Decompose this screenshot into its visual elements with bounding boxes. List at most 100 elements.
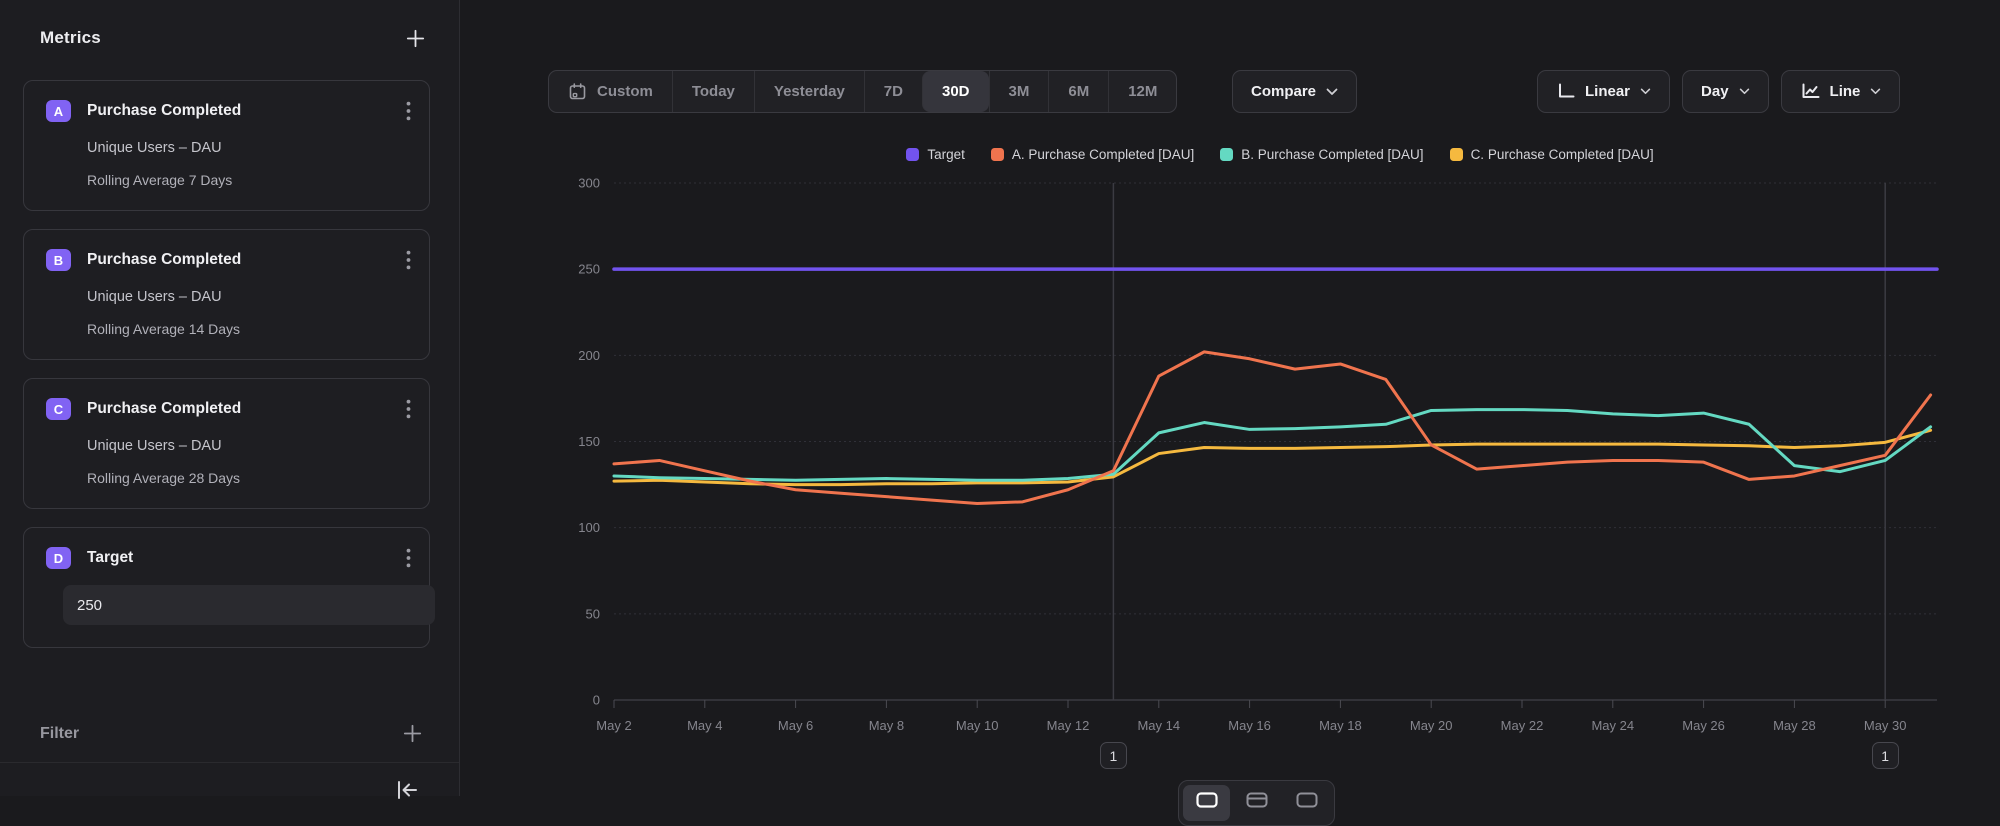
y-tick-label: 200	[578, 348, 600, 363]
range-label: 6M	[1068, 83, 1089, 100]
y-tick-label: 0	[593, 693, 600, 708]
x-tick-label: May 22	[1501, 718, 1544, 733]
metric-badge: C	[46, 398, 71, 420]
chart-type-selector-button[interactable]: Line	[1781, 70, 1901, 113]
range-option-30d[interactable]: 30D	[922, 71, 989, 112]
scale-label: Linear	[1585, 83, 1630, 100]
collapse-left-icon	[394, 779, 420, 801]
legend-swatch	[1220, 148, 1233, 161]
sidebar-title: Metrics	[40, 28, 101, 48]
kebab-menu-icon[interactable]	[406, 250, 411, 270]
x-tick-label: May 14	[1137, 718, 1180, 733]
metric-title: Target	[87, 549, 406, 567]
range-option-6m[interactable]: 6M	[1048, 71, 1108, 112]
filter-section: Filter	[40, 724, 422, 743]
range-label: 12M	[1128, 83, 1157, 100]
metric-measurement: Unique Users – DAU	[87, 289, 411, 305]
sidebar-header: Metrics	[40, 28, 425, 48]
metric-badge: A	[46, 100, 71, 122]
chart-type-label: Line	[1830, 83, 1861, 100]
x-tick-label: May 20	[1410, 718, 1453, 733]
filter-title: Filter	[40, 725, 79, 743]
metric-card-list: A Purchase Completed Unique Users – DAU …	[23, 80, 430, 648]
kebab-menu-icon[interactable]	[406, 399, 411, 419]
range-label: 7D	[884, 83, 903, 100]
range-option-custom[interactable]: Custom	[549, 71, 672, 112]
range-label: Today	[692, 83, 735, 100]
metric-title: Purchase Completed	[87, 400, 406, 418]
collapse-sidebar-button[interactable]	[394, 779, 420, 801]
kebab-menu-icon[interactable]	[406, 101, 411, 121]
x-tick-label: May 6	[778, 718, 813, 733]
range-label: Custom	[597, 83, 653, 100]
y-tick-label: 100	[578, 520, 600, 535]
metric-transform: Rolling Average 28 Days	[87, 470, 411, 486]
compare-button[interactable]: Compare	[1232, 70, 1357, 113]
series-line-c[interactable]	[614, 430, 1931, 484]
metric-card-b[interactable]: B Purchase Completed Unique Users – DAU …	[23, 229, 430, 360]
y-tick-label: 150	[578, 434, 600, 449]
target-card[interactable]: D Target	[23, 527, 430, 648]
chart-panel: Custom Today Yesterday 7D 30D 3M 6M 12M …	[460, 0, 2000, 796]
add-metric-button[interactable]	[406, 29, 425, 48]
range-option-12m[interactable]: 12M	[1108, 71, 1176, 112]
x-tick-label: May 28	[1773, 718, 1816, 733]
legend-swatch	[991, 148, 1004, 161]
x-tick-label: May 24	[1591, 718, 1634, 733]
x-tick-label: May 26	[1682, 718, 1725, 733]
legend-swatch	[1450, 148, 1463, 161]
legend-item[interactable]: C. Purchase Completed [DAU]	[1450, 147, 1654, 162]
y-tick-label: 50	[586, 606, 600, 621]
range-label: 3M	[1009, 83, 1030, 100]
metric-measurement: Unique Users – DAU	[87, 438, 411, 454]
range-label: 30D	[942, 83, 970, 100]
x-tick-label: May 16	[1228, 718, 1271, 733]
x-tick-label: May 10	[956, 718, 999, 733]
x-tick-label: May 8	[869, 718, 904, 733]
x-tick-label: May 4	[687, 718, 722, 733]
add-filter-button[interactable]	[403, 724, 422, 743]
metric-view-icon	[1296, 792, 1318, 808]
legend-item[interactable]: A. Purchase Completed [DAU]	[991, 147, 1194, 162]
legend-item[interactable]: Target	[906, 147, 965, 162]
x-tick-label: May 18	[1319, 718, 1362, 733]
x-tick-label: May 2	[596, 718, 631, 733]
metrics-sidebar: Metrics A Purchase Completed Unique User…	[0, 0, 460, 796]
range-option-yesterday[interactable]: Yesterday	[754, 71, 864, 112]
view-metric-button[interactable]	[1283, 785, 1330, 821]
table-view-icon	[1246, 792, 1268, 808]
y-tick-label: 300	[578, 176, 600, 191]
metric-measurement: Unique Users – DAU	[87, 140, 411, 156]
legend-label: A. Purchase Completed [DAU]	[1012, 147, 1194, 162]
plus-icon	[403, 724, 422, 743]
metric-card-c[interactable]: C Purchase Completed Unique Users – DAU …	[23, 378, 430, 509]
chart-view-icon	[1196, 792, 1218, 808]
range-option-3m[interactable]: 3M	[989, 71, 1049, 112]
compare-label: Compare	[1251, 83, 1316, 100]
metric-transform: Rolling Average 7 Days	[87, 172, 411, 188]
metric-card-a[interactable]: A Purchase Completed Unique Users – DAU …	[23, 80, 430, 211]
legend-item[interactable]: B. Purchase Completed [DAU]	[1220, 147, 1423, 162]
line-chart-icon	[1800, 83, 1820, 100]
range-option-7d[interactable]: 7D	[864, 71, 922, 112]
range-option-today[interactable]: Today	[672, 71, 754, 112]
kebab-menu-icon[interactable]	[406, 548, 411, 568]
chevron-down-icon	[1739, 88, 1750, 95]
annotation-badge-may-30[interactable]: 1	[1872, 742, 1899, 769]
view-switcher	[1178, 780, 1335, 826]
granularity-selector-button[interactable]: Day	[1682, 70, 1769, 113]
x-tick-label: May 30	[1864, 718, 1907, 733]
target-value-input[interactable]	[63, 585, 435, 625]
chart-display-controls: Linear Day Line	[1537, 70, 1900, 113]
metric-title: Purchase Completed	[87, 251, 406, 269]
annotation-badge-may-13[interactable]: 1	[1100, 742, 1127, 769]
legend-label: B. Purchase Completed [DAU]	[1241, 147, 1423, 162]
legend-swatch	[906, 148, 919, 161]
scale-selector-button[interactable]: Linear	[1537, 70, 1670, 113]
chart-legend: Target A. Purchase Completed [DAU] B. Pu…	[560, 147, 2000, 162]
granularity-label: Day	[1701, 83, 1729, 100]
view-chart-button[interactable]	[1183, 785, 1230, 821]
line-chart[interactable]: 050100150200250300May 2May 4May 6May 8Ma…	[560, 170, 2000, 796]
range-label: Yesterday	[774, 83, 845, 100]
view-table-button[interactable]	[1233, 785, 1280, 821]
